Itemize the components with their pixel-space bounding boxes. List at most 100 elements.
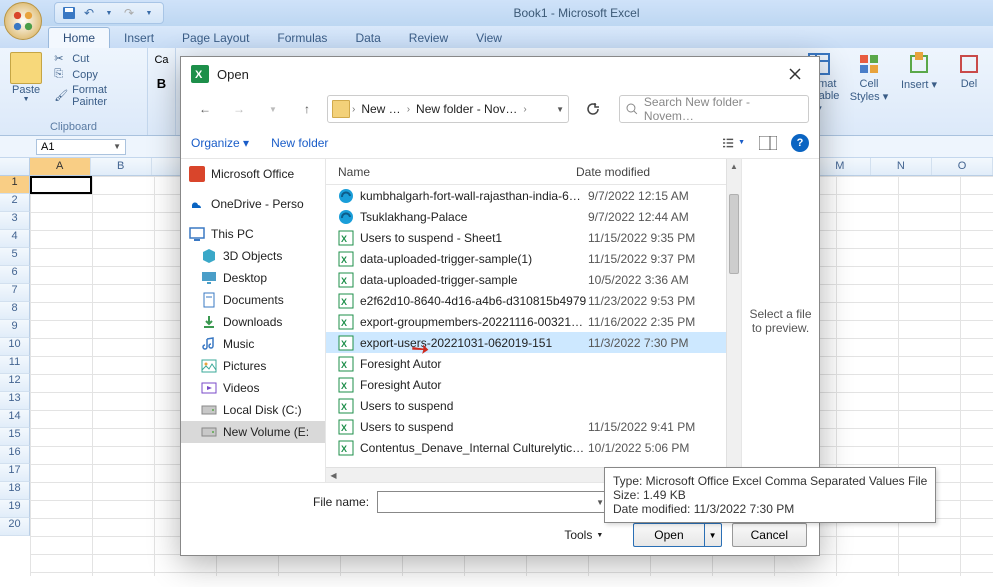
row-header[interactable]: 6 (0, 266, 30, 284)
file-row[interactable]: XContentus_Denave_Internal Culturelytics… (326, 437, 726, 458)
row-header[interactable]: 5 (0, 248, 30, 266)
file-row[interactable]: Xexport-users-20221031-062019-15111/3/20… (326, 332, 726, 353)
col-header[interactable]: A (30, 158, 91, 175)
row-header[interactable]: 14 (0, 410, 30, 428)
file-row[interactable]: Xdata-uploaded-trigger-sample(1)11/15/20… (326, 248, 726, 269)
nav-item[interactable]: New Volume (E: (181, 421, 325, 443)
row-header[interactable]: 4 (0, 230, 30, 248)
paste-button[interactable]: Paste ▼ (6, 52, 46, 108)
nav-item[interactable]: Desktop (181, 267, 325, 289)
row-header[interactable]: 11 (0, 356, 30, 374)
tab-view[interactable]: View (462, 28, 516, 48)
row-header[interactable]: 10 (0, 338, 30, 356)
row-header[interactable]: 15 (0, 428, 30, 446)
file-row[interactable]: Xdata-uploaded-trigger-sample10/5/2022 3… (326, 269, 726, 290)
cell-styles-button[interactable]: Cell Styles ▾ (845, 48, 893, 135)
chevron-down-icon[interactable]: ▼ (556, 105, 564, 114)
tab-page-layout[interactable]: Page Layout (168, 28, 263, 48)
select-all-corner[interactable] (0, 158, 30, 175)
nav-item[interactable]: Pictures (181, 355, 325, 377)
nav-item[interactable]: Downloads (181, 311, 325, 333)
nav-item[interactable]: This PC (181, 223, 325, 245)
qat-drop-icon[interactable]: ▼ (141, 5, 157, 21)
format-painter-button[interactable]: 🖌Format Painter (54, 84, 141, 108)
nav-item[interactable]: 3D Objects (181, 245, 325, 267)
row-header[interactable]: 3 (0, 212, 30, 230)
file-row[interactable]: XForesight Autor (326, 374, 726, 395)
name-box[interactable]: A1 ▼ (36, 139, 126, 155)
cut-button[interactable]: ✂Cut (54, 52, 141, 66)
nav-item[interactable]: Microsoft Office (181, 163, 325, 185)
file-row[interactable]: XUsers to suspend11/15/2022 9:41 PM (326, 416, 726, 437)
bold-button[interactable]: B (157, 76, 166, 91)
file-row[interactable]: XForesight Autor (326, 353, 726, 374)
file-row[interactable]: kumbhalgarh-fort-wall-rajasthan-india-6…… (326, 185, 726, 206)
row-header[interactable]: 20 (0, 518, 30, 536)
excel-icon: X (191, 65, 209, 83)
row-header[interactable]: 8 (0, 302, 30, 320)
tab-insert[interactable]: Insert (110, 28, 168, 48)
undo-icon[interactable]: ↶ (81, 5, 97, 21)
row-header[interactable]: 12 (0, 374, 30, 392)
row-header[interactable]: 19 (0, 500, 30, 518)
nav-item[interactable]: Music (181, 333, 325, 355)
file-row[interactable]: XUsers to suspend - Sheet111/15/2022 9:3… (326, 227, 726, 248)
close-button[interactable] (781, 60, 809, 88)
scrollbar-vertical[interactable]: ▲ ▼ (726, 159, 741, 482)
office-button[interactable] (4, 2, 42, 40)
delete-button[interactable]: Del (945, 48, 993, 135)
breadcrumb[interactable]: › New … › New folder - Nov… › ▼ (327, 95, 569, 123)
row-header[interactable]: 9 (0, 320, 30, 338)
tab-review[interactable]: Review (395, 28, 462, 48)
file-row[interactable]: XUsers to suspend (326, 395, 726, 416)
forward-button[interactable]: → (225, 95, 253, 123)
nav-item[interactable]: OneDrive - Perso (181, 193, 325, 215)
redo-icon[interactable]: ↷ (121, 5, 137, 21)
new-folder-button[interactable]: New folder (271, 136, 328, 150)
dialog-nav-row: ← → ▼ ↑ › New … › New folder - Nov… › ▼ … (181, 91, 819, 127)
row-header[interactable]: 18 (0, 482, 30, 500)
save-icon[interactable] (61, 5, 77, 21)
tab-home[interactable]: Home (48, 27, 110, 48)
insert-button[interactable]: Insert ▾ (895, 48, 943, 135)
col-header[interactable]: O (932, 158, 993, 175)
row-header[interactable]: 2 (0, 194, 30, 212)
nav-item[interactable]: Local Disk (C:) (181, 399, 325, 421)
header-name[interactable]: Name (326, 165, 576, 179)
undo-drop-icon[interactable]: ▼ (101, 5, 117, 21)
search-input[interactable]: Search New folder - Novem… (619, 95, 809, 123)
row-header[interactable]: 17 (0, 464, 30, 482)
up-button[interactable]: ↑ (293, 95, 321, 123)
nav-item[interactable]: Videos (181, 377, 325, 399)
chevron-right-icon: › (523, 104, 526, 115)
file-row[interactable]: Xe2f62d10-8640-4d16-a4b6-d310815b497911/… (326, 290, 726, 311)
row-header[interactable]: 16 (0, 446, 30, 464)
preview-pane-button[interactable] (757, 132, 779, 154)
scrollbar-thumb[interactable] (729, 194, 739, 274)
filename-input[interactable]: ▼ (377, 491, 609, 513)
back-button[interactable]: ← (191, 95, 219, 123)
cancel-button[interactable]: Cancel (732, 523, 807, 547)
view-mode-button[interactable]: ▼ (723, 132, 745, 154)
file-row[interactable]: Tsuklakhang-Palace9/7/2022 12:44 AM (326, 206, 726, 227)
row-header[interactable]: 7 (0, 284, 30, 302)
recent-drop[interactable]: ▼ (259, 95, 287, 123)
row-header[interactable]: 1 (0, 176, 30, 194)
col-header[interactable]: B (91, 158, 152, 175)
row-header[interactable]: 13 (0, 392, 30, 410)
refresh-button[interactable] (579, 95, 607, 123)
copy-button[interactable]: ⎘Copy (54, 68, 141, 82)
organize-button[interactable]: Organize ▾ (191, 136, 249, 150)
nav-item[interactable]: Documents (181, 289, 325, 311)
open-drop[interactable]: ▼ (704, 523, 722, 547)
tools-button[interactable]: Tools▼ (564, 528, 603, 542)
col-header[interactable]: N (871, 158, 932, 175)
file-row[interactable]: Xexport-groupmembers-20221116-003219…11/… (326, 311, 726, 332)
help-button[interactable]: ? (791, 134, 809, 152)
active-cell[interactable] (30, 176, 92, 194)
header-date[interactable]: Date modified (576, 165, 706, 179)
tab-data[interactable]: Data (341, 28, 394, 48)
open-button[interactable]: Open ▼ (633, 523, 721, 547)
tab-formulas[interactable]: Formulas (263, 28, 341, 48)
file-list: kumbhalgarh-fort-wall-rajasthan-india-6…… (326, 185, 726, 467)
